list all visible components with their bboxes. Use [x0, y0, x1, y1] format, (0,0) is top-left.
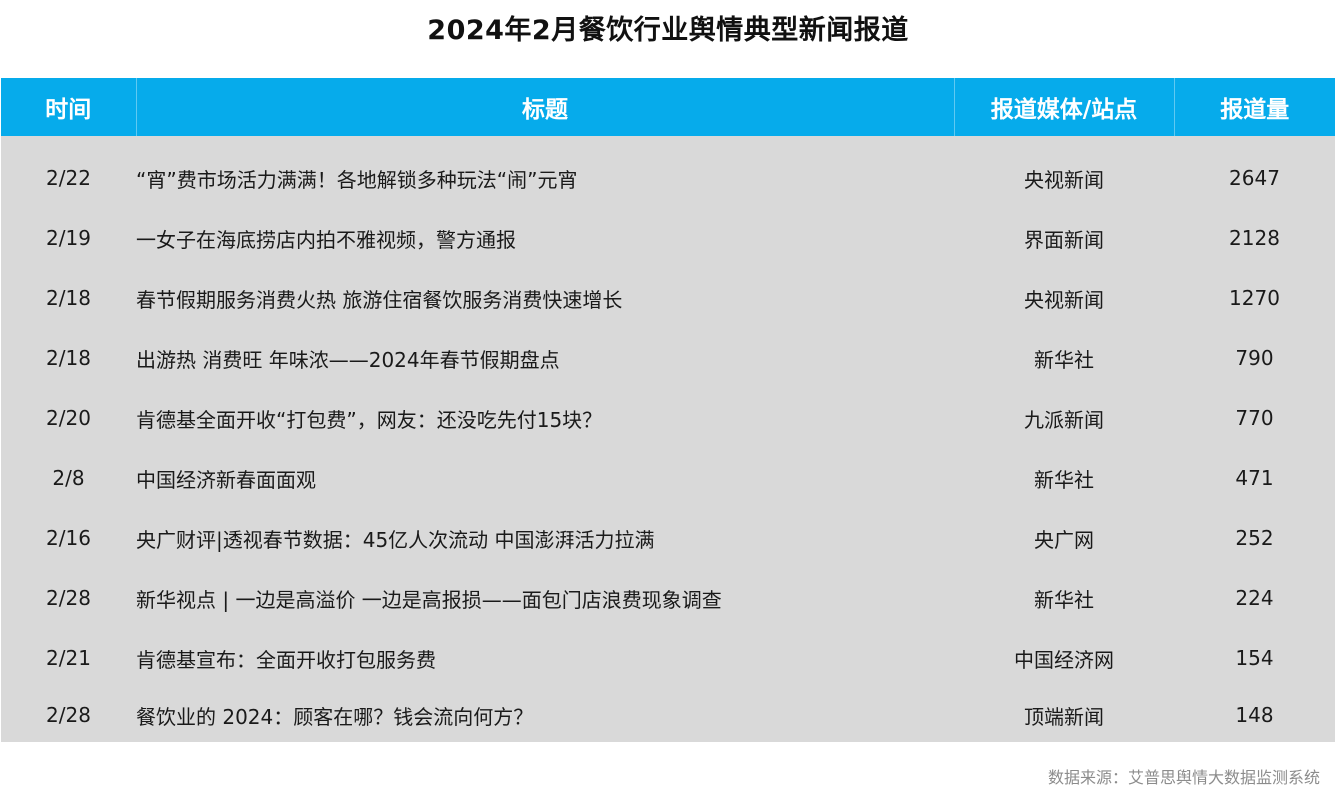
row-date: 2/28 — [46, 703, 91, 727]
table-row: 2/18 春节假期服务消费火热 旅游住宿餐饮服务消费快速增长 央视新闻 1270 — [1, 268, 1335, 328]
row-date: 2/20 — [46, 406, 91, 430]
row-date: 2/8 — [52, 466, 85, 490]
row-date: 2/22 — [46, 166, 91, 190]
table-row: 2/28 餐饮业的 2024：顾客在哪？钱会流向何方？ 顶端新闻 148 — [1, 688, 1335, 742]
row-title: 中国经济新春面面观 — [136, 467, 316, 492]
row-count: 1270 — [1229, 286, 1280, 310]
table-row: 2/20 肯德基全面开收“打包费”，网友：还没吃先付15块？ 九派新闻 770 — [1, 388, 1335, 448]
row-count: 148 — [1235, 703, 1274, 727]
table-row: 2/22 “宵”费市场活力满满！各地解锁多种玩法“闹”元宵 央视新闻 2647 — [1, 136, 1335, 208]
row-count: 2647 — [1229, 166, 1280, 190]
row-date: 2/21 — [46, 646, 91, 670]
row-media: 央视新闻 — [1024, 287, 1104, 312]
row-count: 471 — [1235, 466, 1274, 490]
row-title: 央广财评|透视春节数据：45亿人次流动 中国澎湃活力拉满 — [136, 527, 655, 552]
row-title: 新华视点 | 一边是高溢价 一边是高报损——面包门店浪费现象调查 — [136, 587, 722, 612]
table-row: 2/16 央广财评|透视春节数据：45亿人次流动 中国澎湃活力拉满 央广网 25… — [1, 508, 1335, 568]
data-source-note: 数据来源：艾普思舆情大数据监测系统 — [1047, 768, 1320, 787]
table-row: 2/8 中国经济新春面面观 新华社 471 — [1, 448, 1335, 508]
row-date: 2/28 — [46, 586, 91, 610]
row-date: 2/18 — [46, 286, 91, 310]
row-title: 一女子在海底捞店内拍不雅视频，警方通报 — [136, 227, 516, 252]
row-title: “宵”费市场活力满满！各地解锁多种玩法“闹”元宵 — [136, 167, 578, 192]
row-count: 770 — [1235, 406, 1274, 430]
row-media: 新华社 — [1034, 347, 1094, 372]
table-row: 2/21 肯德基宣布：全面开收打包服务费 中国经济网 154 — [1, 628, 1335, 688]
row-date: 2/18 — [46, 346, 91, 370]
row-media: 央视新闻 — [1024, 167, 1104, 192]
row-title: 春节假期服务消费火热 旅游住宿餐饮服务消费快速增长 — [136, 287, 623, 312]
header-title: 标题 — [136, 78, 955, 136]
table-row: 2/28 新华视点 | 一边是高溢价 一边是高报损——面包门店浪费现象调查 新华… — [1, 568, 1335, 628]
row-title: 肯德基宣布：全面开收打包服务费 — [136, 647, 436, 672]
row-media: 中国经济网 — [1014, 647, 1114, 672]
header-date: 时间 — [1, 78, 137, 136]
row-media: 界面新闻 — [1024, 227, 1104, 252]
header-media: 报道媒体/站点 — [954, 78, 1175, 136]
row-title: 肯德基全面开收“打包费”，网友：还没吃先付15块？ — [136, 407, 603, 432]
row-media: 央广网 — [1034, 527, 1094, 552]
row-count: 154 — [1235, 646, 1274, 670]
row-count: 224 — [1235, 586, 1274, 610]
row-media: 新华社 — [1034, 467, 1094, 492]
row-media: 新华社 — [1034, 587, 1094, 612]
news-table: 时间 标题 报道媒体/站点 报道量 2/22 “宵”费市场活力满满！各地解锁多种… — [1, 78, 1335, 742]
row-title: 出游热 消费旺 年味浓——2024年春节假期盘点 — [136, 347, 560, 372]
row-count: 252 — [1235, 526, 1274, 550]
row-count: 790 — [1235, 346, 1274, 370]
row-count: 2128 — [1229, 226, 1280, 250]
header-count: 报道量 — [1220, 97, 1290, 123]
page-title: 2024年2月餐饮行业舆情典型新闻报道 — [427, 15, 909, 46]
table-row: 2/19 一女子在海底捞店内拍不雅视频，警方通报 界面新闻 2128 — [1, 208, 1335, 268]
row-media: 顶端新闻 — [1024, 704, 1104, 729]
table-header-row: 时间 标题 报道媒体/站点 报道量 — [1, 78, 1335, 136]
table-row: 2/18 出游热 消费旺 年味浓——2024年春节假期盘点 新华社 790 — [1, 328, 1335, 388]
row-title: 餐饮业的 2024：顾客在哪？钱会流向何方？ — [136, 704, 534, 729]
row-date: 2/19 — [46, 226, 91, 250]
row-media: 九派新闻 — [1024, 407, 1104, 432]
row-date: 2/16 — [46, 526, 91, 550]
